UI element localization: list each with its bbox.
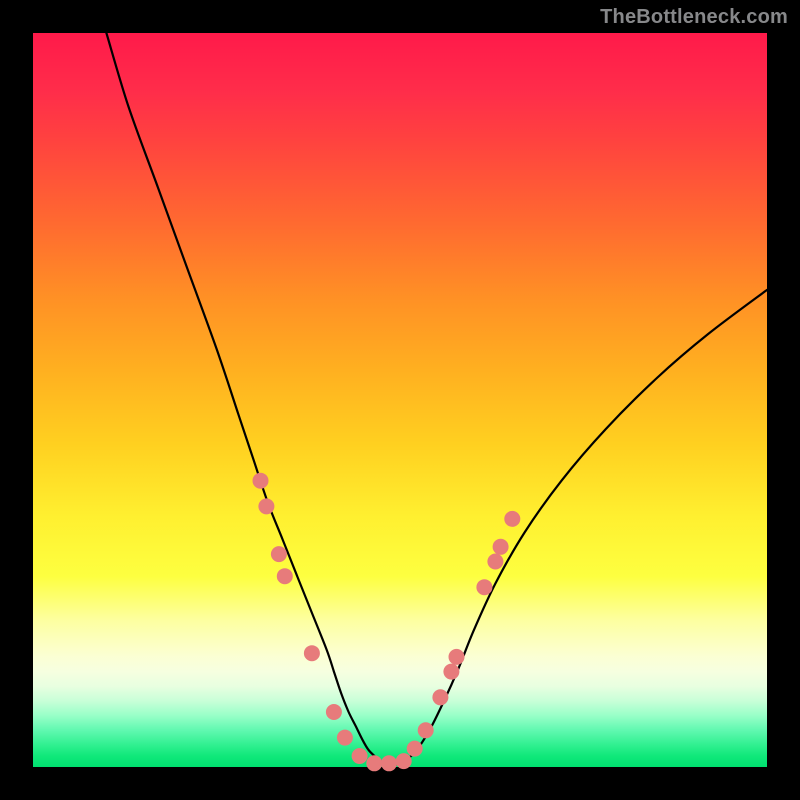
data-point — [432, 689, 448, 705]
data-point — [352, 748, 368, 764]
data-point — [253, 473, 269, 489]
data-point — [396, 753, 412, 769]
data-point — [493, 539, 509, 555]
data-point — [277, 568, 293, 584]
data-point — [304, 645, 320, 661]
bottleneck-curve — [106, 33, 767, 765]
data-point — [326, 704, 342, 720]
marker-group — [253, 473, 521, 772]
data-point — [271, 546, 287, 562]
data-point — [487, 554, 503, 570]
data-point — [418, 722, 434, 738]
data-point — [258, 498, 274, 514]
data-point — [381, 755, 397, 771]
watermark-text: TheBottleneck.com — [600, 6, 788, 29]
data-point — [449, 649, 465, 665]
data-point — [337, 730, 353, 746]
data-point — [366, 755, 382, 771]
plot-area — [33, 33, 767, 767]
data-point — [443, 664, 459, 680]
data-point — [504, 511, 520, 527]
chart-frame: TheBottleneck.com — [0, 0, 800, 800]
data-point — [407, 741, 423, 757]
chart-svg — [33, 33, 767, 767]
data-point — [476, 579, 492, 595]
